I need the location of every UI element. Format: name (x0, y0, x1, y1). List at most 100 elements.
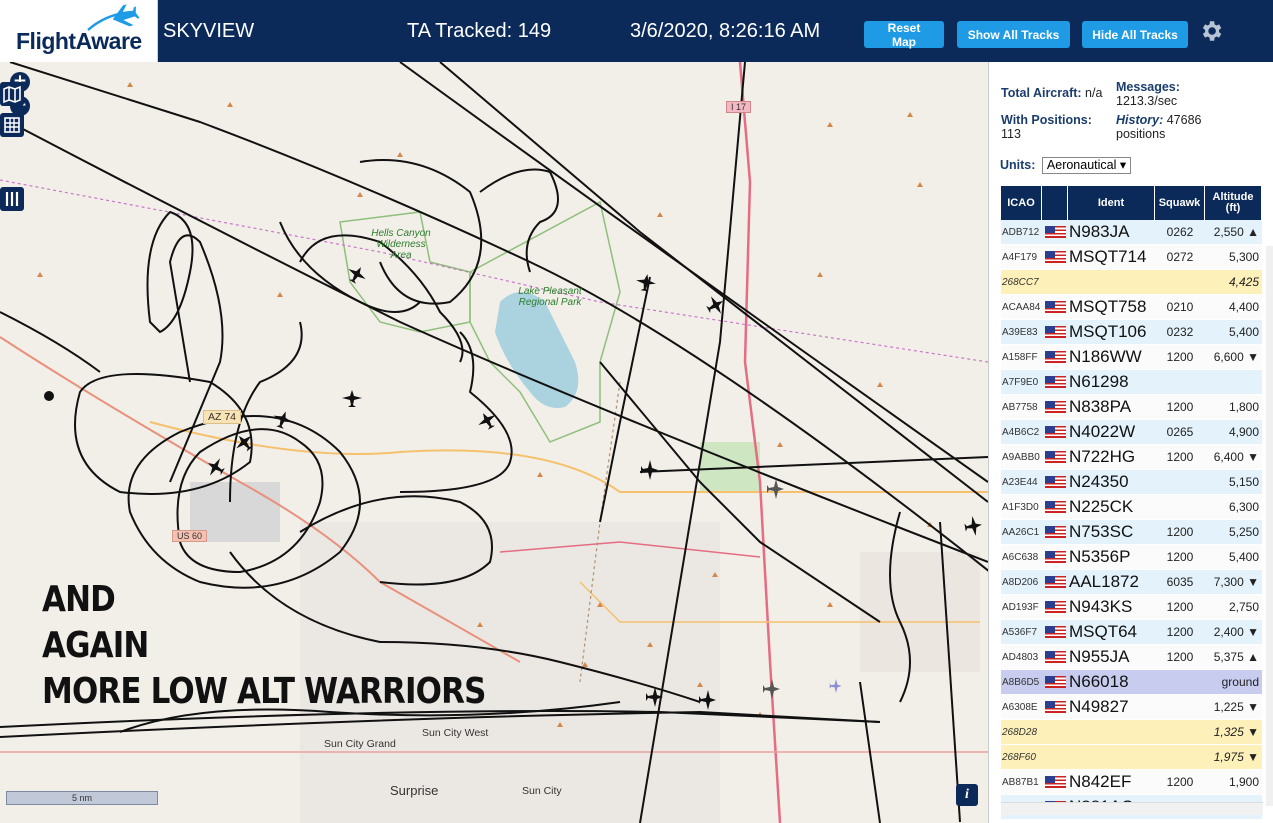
table-row[interactable]: ACAA84 MSQT758 0210 4,400 (1001, 295, 1262, 320)
cell-ident (1068, 745, 1155, 769)
cell-altitude: 5,375 ▲ (1213, 650, 1259, 664)
table-row[interactable]: 268F60 1,975 ▼ (1001, 745, 1262, 770)
cell-squawk (1155, 495, 1205, 519)
table-row[interactable]: A1F3D0 N225CK 6,300 (1001, 495, 1262, 520)
col-ident[interactable]: Ident (1068, 186, 1155, 220)
cell-altitude: 4,400 (1228, 300, 1259, 314)
table-row[interactable]: AA26C1 N753SC 1200 5,250 (1001, 520, 1262, 545)
table-row[interactable]: AB7758 N838PA 1200 1,800 (1001, 395, 1262, 420)
units-select[interactable]: Aeronautical ▾ (1041, 157, 1132, 174)
cell-flag (1042, 720, 1068, 744)
cell-ident: N66018 (1069, 672, 1129, 691)
reset-map-button[interactable]: Reset Map (864, 21, 944, 49)
table-row[interactable]: A8B6D5 N66018 ground (1001, 670, 1262, 695)
us-flag-icon (1044, 351, 1066, 363)
cell-squawk: 1200 (1166, 650, 1194, 664)
us-flag-icon (1044, 651, 1066, 663)
horizontal-scrollbar[interactable] (1001, 802, 1263, 815)
cell-flag (1042, 320, 1068, 344)
cell-flag (1042, 670, 1068, 694)
cell-icao: A6C638 (1002, 551, 1039, 563)
total-aircraft-label: Total Aircraft: (1001, 86, 1082, 100)
table-row[interactable]: A7F9E0 N61298 (1001, 370, 1262, 395)
cell-ident: AAL1872 (1069, 572, 1139, 591)
table-row[interactable]: A23E44 N24350 5,150 (1001, 470, 1262, 495)
cell-icao: 268F60 (1002, 751, 1036, 763)
history-label: History: (1116, 113, 1164, 127)
area-lake-pleasant: Lake Pleasant Regional Park (518, 286, 582, 308)
col-icao[interactable]: ICAO (1001, 186, 1042, 220)
cell-ident: N186WW (1069, 347, 1142, 366)
map-layers-icon[interactable] (0, 82, 24, 106)
table-row[interactable]: 268D28 1,325 ▼ (1001, 720, 1262, 745)
cell-altitude: 1,225 ▼ (1213, 700, 1259, 714)
table-row[interactable]: AD4803 N955JA 1200 5,375 ▲ (1001, 645, 1262, 670)
cell-ident: MSQT758 (1069, 297, 1147, 316)
columns-toggle-icon[interactable] (0, 187, 24, 211)
col-flag[interactable] (1042, 186, 1068, 220)
cell-altitude: 1,800 (1228, 400, 1259, 414)
col-altitude[interactable]: Altitude (ft) (1205, 186, 1262, 220)
cell-icao: A536F7 (1002, 626, 1038, 638)
with-positions-stat: With Positions: 113 (1001, 113, 1111, 141)
col-squawk[interactable]: Squawk (1155, 186, 1205, 220)
total-aircraft-value: n/a (1085, 86, 1103, 100)
table-row[interactable]: A39E83 MSQT106 0232 5,400 (1001, 320, 1262, 345)
aircraft-table: ICAO Ident Squawk Altitude (ft) ADB712 N9… (1001, 186, 1262, 820)
cell-flag (1042, 595, 1068, 619)
cell-ident: N4022W (1069, 422, 1136, 441)
caption-line-3: MORE LOW ALT WARRIORS (42, 671, 486, 712)
cell-ident: N722HG (1069, 447, 1136, 466)
table-row[interactable]: A8D206 AAL1872 6035 7,300 ▼ (1001, 570, 1262, 595)
cell-ident: N49827 (1069, 697, 1129, 716)
cell-flag (1042, 245, 1068, 269)
table-row[interactable]: 268CC7 4,425 (1001, 270, 1262, 295)
table-row[interactable]: A6C638 N5356P 1200 5,400 (1001, 545, 1262, 570)
cell-ident: MSQT714 (1069, 247, 1147, 266)
us-flag-icon (1044, 776, 1066, 788)
table-row[interactable]: ADB712 N983JA 0262 2,550 ▲ (1001, 220, 1262, 245)
grid-icon[interactable] (0, 113, 24, 137)
cell-icao: AA26C1 (1002, 526, 1040, 538)
show-all-tracks-button[interactable]: Show All Tracks (957, 21, 1070, 48)
cell-ident: N61298 (1069, 372, 1129, 391)
cell-icao: A6308E (1002, 701, 1038, 713)
gear-icon[interactable] (1198, 18, 1224, 44)
cell-altitude: 4,900 (1228, 425, 1259, 439)
cell-squawk: 1200 (1166, 350, 1194, 364)
caption-line-1: AND (42, 579, 116, 620)
cell-icao: A23E44 (1002, 476, 1038, 488)
cell-flag (1042, 420, 1068, 444)
vertical-scrollbar[interactable] (1266, 246, 1273, 806)
flightaware-logo[interactable]: FlightAware (0, 0, 158, 62)
table-row[interactable]: A9ABB0 N722HG 1200 6,400 ▼ (1001, 445, 1262, 470)
info-button[interactable]: i (956, 784, 978, 806)
place-sun-city-grand: Sun City Grand (324, 738, 396, 750)
table-row[interactable]: A158FF N186WW 1200 6,600 ▼ (1001, 345, 1262, 370)
table-row[interactable]: A536F7 MSQT64 1200 2,400 ▼ (1001, 620, 1262, 645)
cell-altitude: 6,600 ▼ (1213, 350, 1259, 364)
table-row[interactable]: AB87B1 N842EF 1200 1,900 (1001, 770, 1262, 795)
cell-flag (1042, 520, 1068, 544)
table-row[interactable]: A6308E N49827 1,225 ▼ (1001, 695, 1262, 720)
us-flag-icon (1044, 401, 1066, 413)
cell-squawk: 0265 (1166, 425, 1194, 439)
us-flag-icon (1044, 501, 1066, 513)
cell-squawk (1155, 270, 1205, 294)
cell-icao: 268CC7 (1002, 276, 1039, 288)
map-view[interactable]: + − AZ 74 US 60 I 17 Sun City Grand Sun … (0, 62, 988, 823)
units-value: Aeronautical (1046, 158, 1117, 172)
table-header: ICAO Ident Squawk Altitude (ft) (1001, 186, 1262, 220)
place-sun-city: Sun City (522, 785, 562, 797)
cell-icao: AB87B1 (1002, 776, 1039, 788)
table-row[interactable]: A4B6C2 N4022W 0265 4,900 (1001, 420, 1262, 445)
cell-flag (1042, 445, 1068, 469)
cell-altitude: 4,425 (1228, 275, 1259, 289)
cell-flag (1042, 345, 1068, 369)
cell-icao: AB7758 (1002, 401, 1038, 413)
cell-squawk: 0262 (1166, 225, 1194, 239)
hide-all-tracks-button[interactable]: Hide All Tracks (1082, 21, 1188, 48)
table-row[interactable]: AD193F N943KS 1200 2,750 (1001, 595, 1262, 620)
table-row[interactable]: A4F179 MSQT714 0272 5,300 (1001, 245, 1262, 270)
cell-flag (1042, 370, 1068, 394)
